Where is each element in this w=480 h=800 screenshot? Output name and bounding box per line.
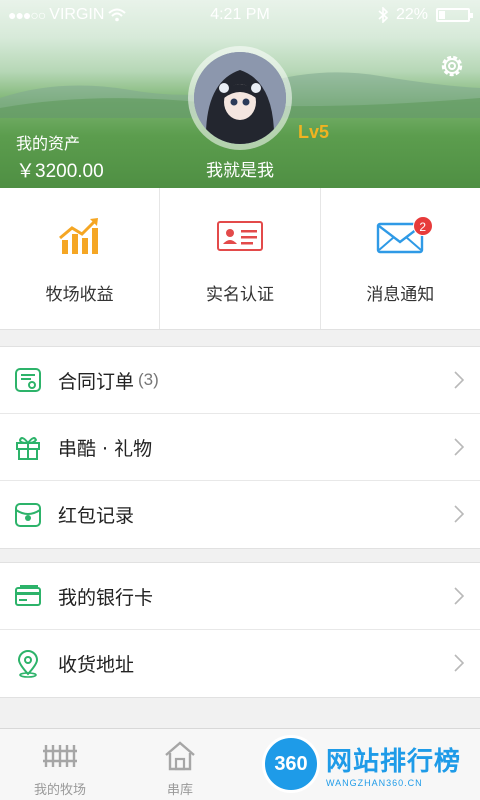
watermark-sub: WANGZHAN360.CN	[326, 777, 423, 788]
gift-icon	[16, 437, 40, 460]
tab-my-farm[interactable]: 我的牧场	[0, 729, 120, 800]
status-right: 22%	[378, 6, 473, 24]
profile-header: ●●●○○ VIRGIN 4:21 PM 22% Lv5 我就是我 我的资产 ￥…	[0, 0, 480, 188]
level-badge: Lv5	[298, 122, 330, 142]
watermark-text: 网站排行榜 WANGZHAN360.CN	[326, 741, 461, 788]
fence-icon	[43, 745, 77, 767]
tab-label: 我的牧场	[33, 783, 86, 798]
chevron-right-icon	[454, 438, 464, 456]
chevron-right-icon	[454, 505, 464, 523]
house-icon	[165, 741, 195, 771]
menu-item-label: 我的银行卡	[58, 586, 154, 609]
quick-actions: 牧场收益 实名认证 2 消息通知	[0, 188, 480, 330]
menu-item-label: 合同订单	[58, 370, 135, 393]
menu-group-orders: 合同订单 (3) 串酷 · 礼物 红包记录	[0, 346, 480, 549]
menu-item-label: 红包记录	[58, 505, 135, 527]
chevron-right-icon	[454, 654, 464, 672]
bank-card-icon	[15, 585, 41, 606]
red-packet-icon	[15, 502, 41, 527]
quick-action-verify[interactable]: 实名认证	[160, 188, 321, 329]
menu-item-gifts[interactable]: 串酷 · 礼物	[0, 414, 480, 481]
watermark: 360 网站排行榜 WANGZHAN360.CN	[262, 728, 480, 800]
quick-action-messages[interactable]: 2 消息通知	[321, 188, 480, 329]
chevron-right-icon	[454, 587, 464, 605]
id-card-icon	[216, 221, 263, 251]
quick-action-label: 实名认证	[205, 285, 274, 305]
contract-icon	[15, 368, 41, 392]
watermark-logo: 360	[262, 735, 320, 793]
order-count: (3)	[138, 370, 159, 389]
menu-item-contract-orders[interactable]: 合同订单 (3)	[0, 347, 480, 414]
avatar[interactable]	[188, 46, 292, 150]
battery-icon	[436, 8, 473, 22]
menu-item-label: 收货地址	[58, 654, 135, 676]
battery-percent: 22%	[395, 6, 428, 23]
menu-group-account: 我的银行卡 收货地址	[0, 562, 480, 698]
avatar-image	[194, 52, 286, 144]
menu-item-bank-card[interactable]: 我的银行卡	[0, 563, 480, 630]
tab-chuanku[interactable]: 串库	[120, 729, 240, 800]
quick-action-earnings[interactable]: 牧场收益	[0, 188, 161, 329]
quick-action-label: 牧场收益	[45, 285, 114, 305]
chevron-right-icon	[454, 371, 464, 389]
location-icon	[17, 649, 39, 678]
asset-value[interactable]: ￥3200.00	[16, 156, 104, 183]
bluetooth-icon	[378, 7, 388, 23]
status-bar: ●●●○○ VIRGIN 4:21 PM 22%	[0, 0, 480, 30]
menu-item-red-packets[interactable]: 红包记录	[0, 481, 480, 548]
menu-item-label: 串酷 · 礼物	[58, 437, 153, 460]
notification-badge: 2	[412, 216, 433, 236]
tab-label: 串库	[166, 783, 193, 798]
quick-action-label: 消息通知	[366, 285, 435, 305]
gear-icon[interactable]	[438, 52, 466, 80]
asset-label: 我的资产	[16, 134, 81, 153]
watermark-main: 网站排行榜	[326, 746, 462, 777]
menu-item-address[interactable]: 收货地址	[0, 630, 480, 697]
chart-up-icon	[58, 218, 98, 254]
battery-level	[439, 11, 445, 19]
